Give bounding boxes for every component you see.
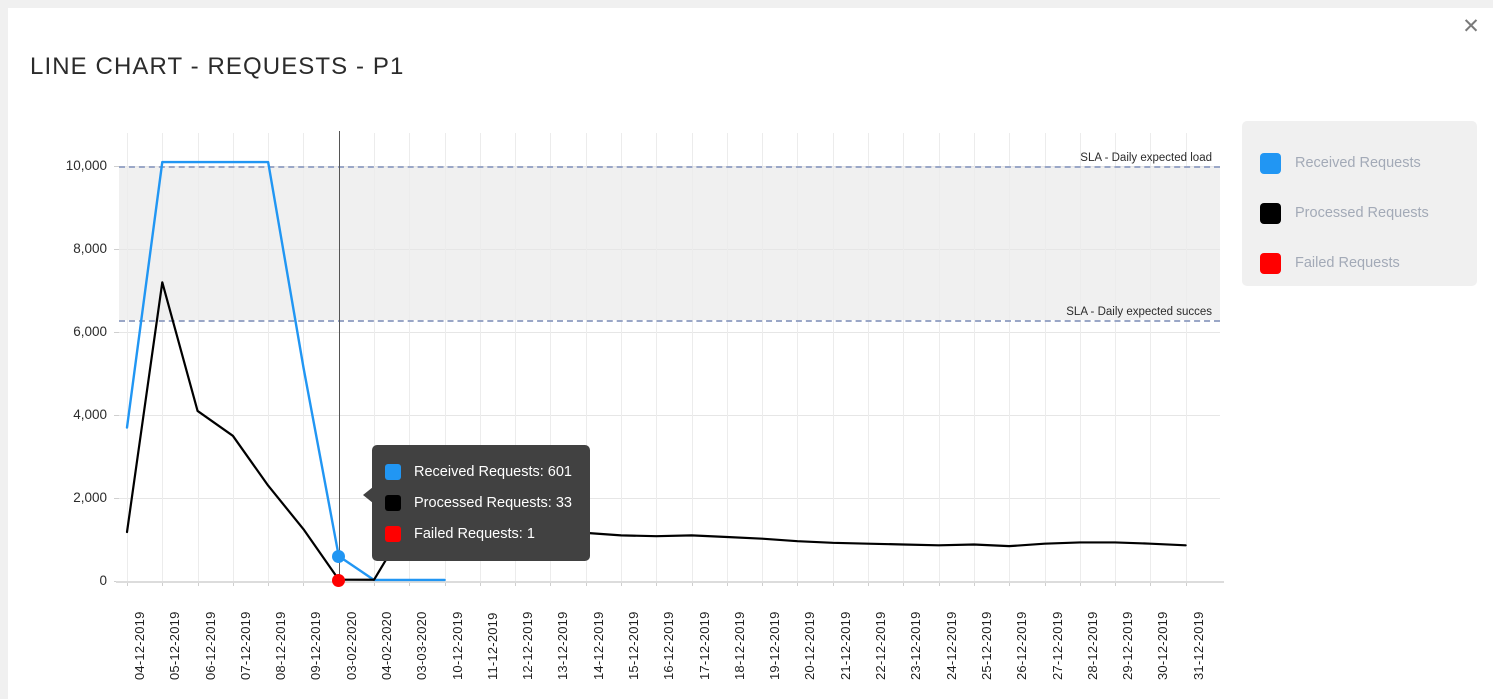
tooltip-row-label: Processed Requests: 33 [414, 494, 572, 511]
x-axis-tick-label: 26-12-2019 [1014, 611, 1030, 681]
x-axis-tick-label: 19-12-2019 [767, 611, 783, 681]
x-axis-tick-label: 21-12-2019 [837, 611, 853, 681]
series-lines [125, 160, 1187, 582]
x-axis-tick-label: 09-12-2019 [308, 611, 324, 681]
legend-item-failed-requests[interactable]: Failed Requests [1260, 238, 1477, 288]
x-axis-tick-label: 06-12-2019 [202, 611, 218, 681]
tooltip-row: Received Requests: 601 [385, 456, 577, 487]
tooltip-swatch-icon [385, 525, 401, 542]
chart-modal: ✕ LINE CHART - REQUESTS - P1 Number of R… [0, 0, 1493, 699]
legend-item-label: Processed Requests [1295, 205, 1429, 221]
x-axis-tick-label: 20-12-2019 [802, 611, 818, 681]
data-point-marker[interactable] [332, 549, 346, 563]
chart-canvas: Number of Requests 02,0004,0006,0008,000… [8, 8, 1493, 699]
plot-area [116, 131, 1224, 588]
x-axis-tick-label: 18-12-2019 [731, 611, 747, 681]
sla-daily-expected-success-label: SLA - Daily expected succes [1066, 305, 1212, 318]
x-axis-tick-label: 29-12-2019 [1120, 611, 1136, 681]
x-axis-tick-label: 03-03-2020 [414, 611, 430, 681]
legend-item-label: Failed Requests [1295, 255, 1400, 271]
x-axis-tick-label: 24-12-2019 [943, 611, 959, 681]
legend-swatch-icon [1260, 152, 1281, 174]
x-axis-tick-label: 30-12-2019 [1155, 611, 1171, 681]
x-axis-tick-label: 05-12-2019 [167, 611, 183, 681]
x-axis-tick-label: 03-02-2020 [343, 611, 359, 681]
data-point-marker[interactable] [332, 574, 346, 588]
y-axis-tick-label: 4,000 [73, 407, 107, 423]
chart-panel: ✕ LINE CHART - REQUESTS - P1 Number of R… [8, 8, 1493, 699]
x-axis-tick-label: 27-12-2019 [1049, 611, 1065, 681]
chart-tooltip: Received Requests: 601 Processed Request… [363, 445, 590, 561]
x-axis-tick-label: 25-12-2019 [978, 611, 994, 681]
x-axis-tick-label: 16-12-2019 [661, 611, 677, 681]
x-axis-tick-label: 28-12-2019 [1084, 611, 1100, 681]
x-axis-tick-label: 12-12-2019 [520, 611, 536, 681]
series-line [125, 281, 1187, 581]
tooltip-swatch-icon [385, 463, 401, 480]
sla-daily-expected-load-label: SLA - Daily expected load [1080, 152, 1212, 165]
legend-item-received-requests[interactable]: Received Requests [1260, 138, 1477, 188]
legend-item-processed-requests[interactable]: Processed Requests [1260, 188, 1477, 238]
chart-legend: Received Requests Processed Requests Fai… [1242, 121, 1477, 286]
y-axis-tick-label: 8,000 [73, 241, 107, 257]
x-axis-tick-label: 15-12-2019 [626, 611, 642, 681]
x-axis-tick-label: 08-12-2019 [273, 611, 289, 681]
x-axis-tick-label: 11-12-2019 [484, 612, 500, 680]
y-axis-tick-label: 6,000 [73, 324, 107, 340]
legend-swatch-icon [1260, 202, 1281, 224]
tooltip-row: Failed Requests: 1 [385, 518, 577, 549]
x-axis-tick-label: 07-12-2019 [237, 611, 253, 681]
x-axis-tick-label: 17-12-2019 [696, 611, 712, 681]
y-axis-tick-label: 10,000 [65, 158, 107, 174]
tooltip-row: Processed Requests: 33 [385, 487, 577, 518]
tooltip-row-label: Failed Requests: 1 [414, 525, 535, 542]
modal-left-edge [0, 0, 8, 699]
x-axis-tick-label: 14-12-2019 [590, 611, 606, 681]
modal-top-edge [0, 0, 1493, 8]
tooltip-row-label: Received Requests: 601 [414, 463, 572, 480]
x-axis-line [116, 581, 1224, 583]
x-axis-tick-label: 10-12-2019 [449, 611, 465, 681]
legend-swatch-icon [1260, 252, 1281, 274]
x-axis-tick-label: 04-02-2020 [379, 611, 395, 681]
y-axis-tick-label: 0 [99, 573, 107, 588]
x-axis-tick-label: 23-12-2019 [908, 611, 924, 681]
x-axis-tick-label: 31-12-2019 [1190, 611, 1206, 681]
y-axis-tick-label: 2,000 [73, 490, 107, 506]
tooltip-arrow-icon [363, 487, 373, 503]
tooltip-swatch-icon [385, 494, 401, 511]
x-axis-tick-label: 04-12-2019 [132, 611, 147, 681]
x-axis-tick-label: 13-12-2019 [555, 611, 571, 681]
legend-item-label: Received Requests [1295, 155, 1421, 171]
x-axis-tick-label: 22-12-2019 [873, 611, 889, 681]
